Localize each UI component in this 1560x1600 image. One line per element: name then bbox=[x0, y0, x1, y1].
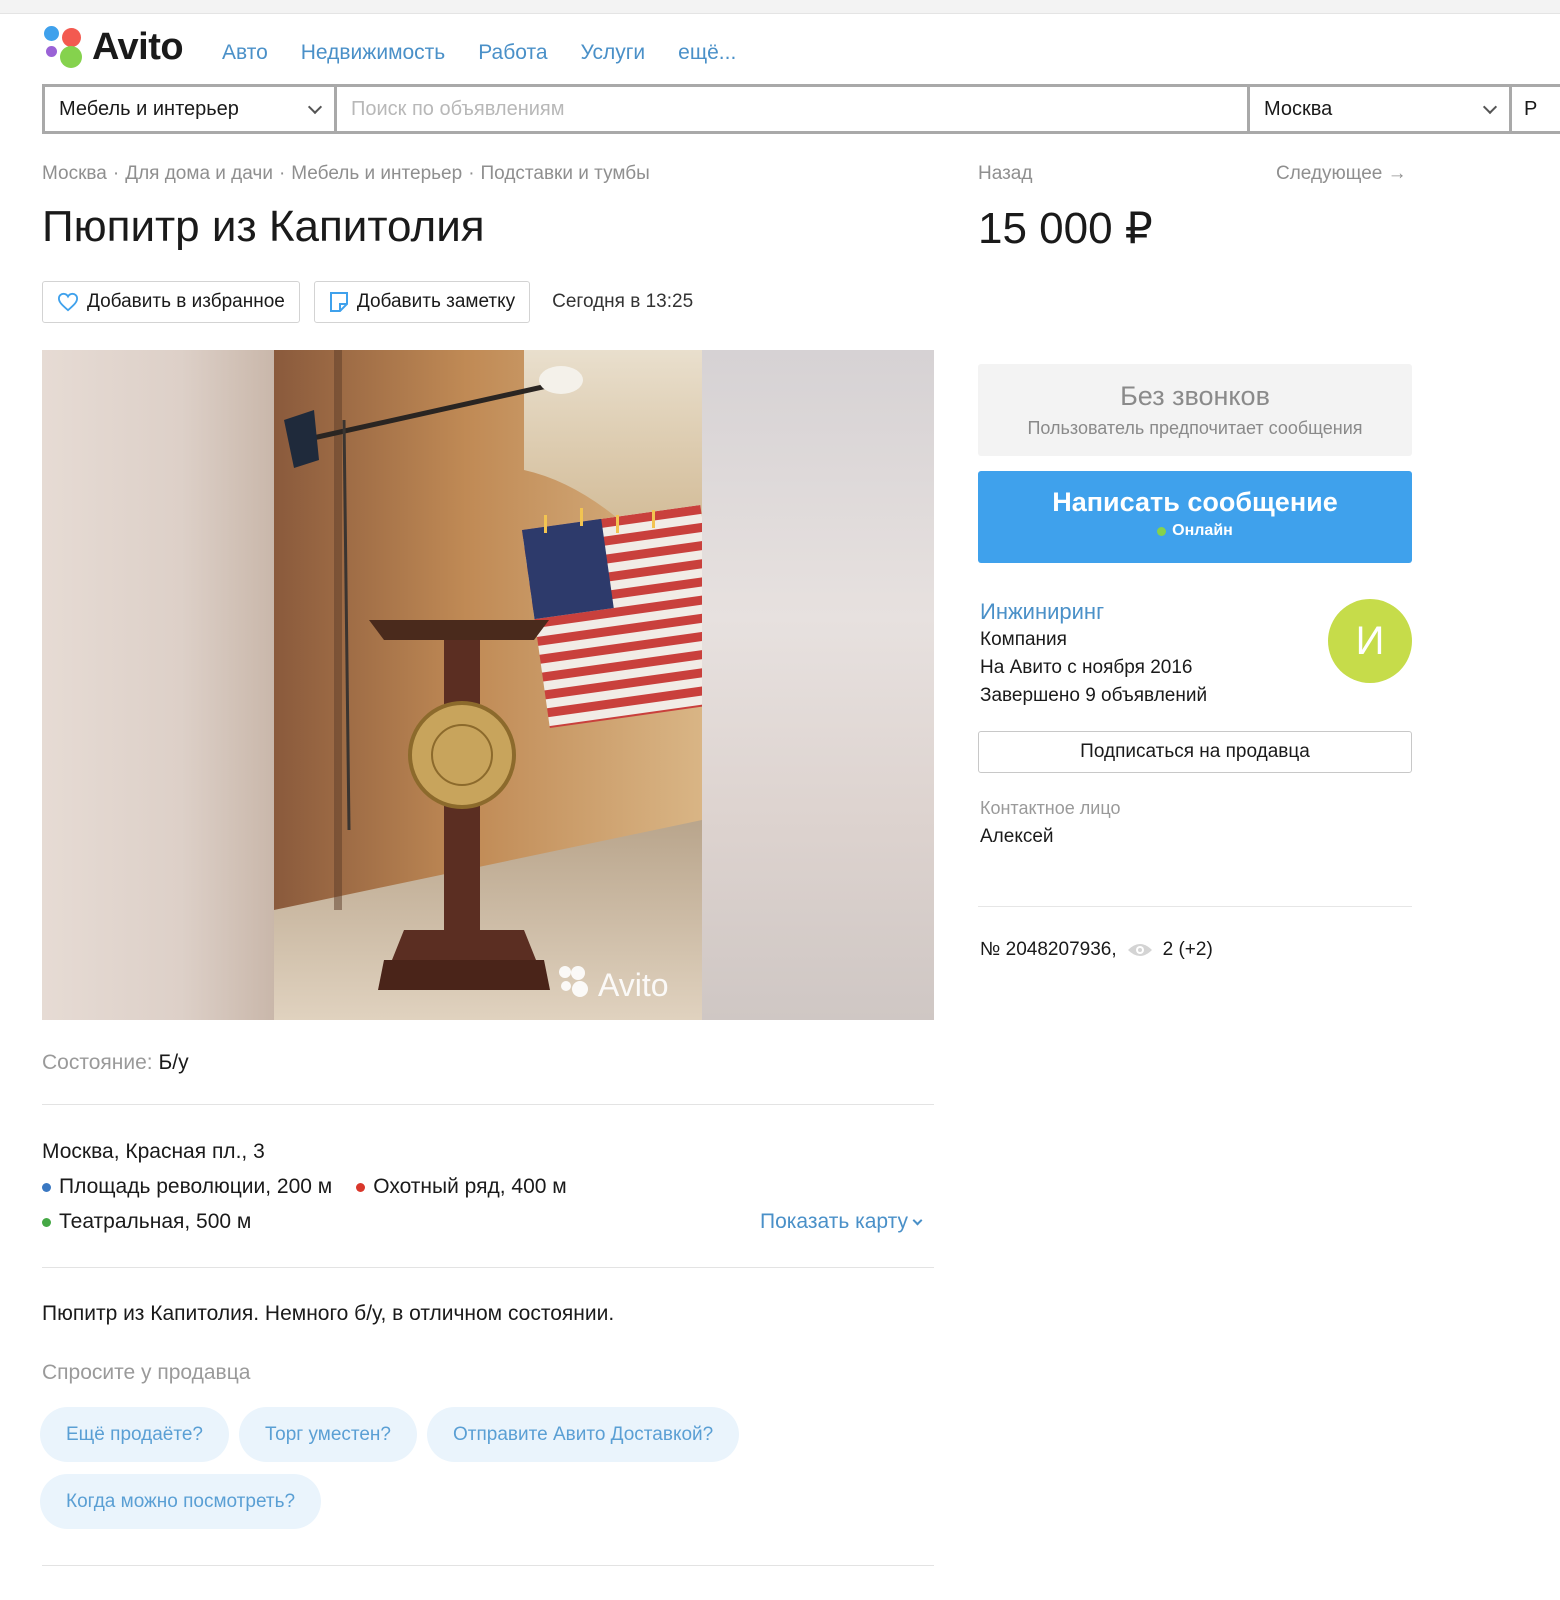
subscribe-button[interactable]: Подписаться на продавца bbox=[978, 731, 1412, 773]
nav-auto[interactable]: Авто bbox=[222, 41, 268, 65]
online-status: Онлайн bbox=[978, 522, 1412, 540]
no-calls-title: Без звонков bbox=[1120, 381, 1270, 411]
add-note-label: Добавить заметку bbox=[356, 291, 516, 312]
no-calls-subtitle: Пользователь предпочитает сообщения bbox=[1027, 418, 1363, 438]
contact-label: Контактное лицо bbox=[980, 798, 1121, 818]
write-message-label: Написать сообщение bbox=[1052, 487, 1338, 517]
ad-number: № 2048207936, bbox=[980, 939, 1117, 960]
chevron-down-icon bbox=[1482, 99, 1498, 114]
metro-row: Площадь революции, 200 м Охотный ряд, 40… bbox=[42, 1175, 567, 1199]
listing-actions: Добавить в избранное Добавить заметку Се… bbox=[42, 281, 693, 323]
city-value: Москва bbox=[1264, 97, 1333, 120]
write-message-button[interactable]: Написать сообщение Онлайн bbox=[978, 471, 1412, 563]
metro-label: Театральная, 500 м bbox=[59, 1210, 252, 1233]
metro-station: Театральная, 500 м bbox=[42, 1210, 251, 1234]
metro-row: Театральная, 500 м bbox=[42, 1210, 251, 1234]
heart-icon bbox=[57, 292, 79, 312]
metro-label: Охотный ряд, 400 м bbox=[373, 1175, 567, 1198]
ask-chip-viewing[interactable]: Когда можно посмотреть? bbox=[40, 1474, 322, 1529]
photo-blur-left bbox=[42, 350, 274, 1020]
nav-jobs[interactable]: Работа bbox=[478, 41, 547, 65]
no-calls-notice: Без звонков Пользователь предпочитает со… bbox=[978, 364, 1412, 456]
eye-icon bbox=[1127, 944, 1152, 956]
avatar[interactable]: И bbox=[1328, 599, 1412, 683]
metro-dot-icon bbox=[42, 1217, 51, 1227]
radius-value: Р bbox=[1524, 97, 1538, 120]
nav-more[interactable]: ещё... bbox=[678, 41, 736, 65]
condition-label: Состояние: bbox=[42, 1051, 153, 1074]
ad-meta: № 2048207936, 2 (+2) bbox=[980, 939, 1213, 961]
chevron-down-icon bbox=[912, 1215, 923, 1225]
seller-type: Компания bbox=[980, 629, 1067, 650]
metro-dot-icon bbox=[42, 1182, 51, 1192]
category-select[interactable]: Мебель и интерьер bbox=[45, 87, 337, 131]
condition: Состояние: Б/у bbox=[42, 1051, 189, 1075]
chevron-down-icon bbox=[307, 99, 323, 114]
browser-top-strip bbox=[0, 0, 1560, 14]
add-favorite-button[interactable]: Добавить в избранное bbox=[42, 281, 300, 323]
nav-realty[interactable]: Недвижимость bbox=[301, 41, 445, 65]
breadcrumb: Москва · Для дома и дачи · Мебель и инте… bbox=[42, 163, 650, 185]
description: Пюпитр из Капитолия. Немного б/у, в отли… bbox=[42, 1302, 615, 1325]
add-favorite-label: Добавить в избранное bbox=[87, 291, 285, 312]
condition-value: Б/у bbox=[158, 1051, 189, 1074]
online-dot-icon bbox=[1157, 526, 1167, 536]
divider bbox=[42, 1267, 934, 1268]
next-link[interactable]: Следующее → bbox=[1276, 163, 1407, 185]
city-select[interactable]: Москва bbox=[1247, 87, 1509, 131]
divider bbox=[42, 1104, 934, 1105]
ask-chip-delivery[interactable]: Отправите Авито Доставкой? bbox=[427, 1407, 740, 1462]
price: 15 000 ₽ bbox=[978, 204, 1153, 253]
ask-seller-chips: Ещё продаёте? Торг уместен? Отправите Ав… bbox=[40, 1407, 800, 1529]
online-label: Онлайн bbox=[1172, 522, 1233, 539]
seller-completed: Завершено 9 объявлений bbox=[980, 685, 1208, 706]
breadcrumb-item[interactable]: Москва bbox=[42, 163, 107, 185]
add-note-button[interactable]: Добавить заметку bbox=[313, 281, 531, 323]
address: Москва, Красная пл., 3 bbox=[42, 1140, 265, 1163]
logo-dots-icon bbox=[42, 24, 88, 70]
metro-dot-icon bbox=[356, 1182, 366, 1192]
page-title: Пюпитр из Капитолия bbox=[42, 202, 485, 251]
listing-photo[interactable]: Avito bbox=[274, 350, 702, 1020]
photo-watermark-text: Avito bbox=[598, 967, 669, 1003]
publish-date: Сегодня в 13:25 bbox=[552, 291, 694, 312]
listing-photo-gallery[interactable]: Avito bbox=[42, 350, 934, 1020]
show-map-label: Показать карту bbox=[760, 1210, 909, 1233]
breadcrumb-separator: · bbox=[468, 163, 475, 184]
ask-seller-label: Спросите у продавца bbox=[42, 1361, 251, 1384]
metro-station: Охотный ряд, 400 м bbox=[356, 1175, 567, 1199]
divider bbox=[42, 1565, 934, 1566]
breadcrumb-item[interactable]: Подставки и тумбы bbox=[481, 163, 650, 185]
ask-chip-bargain[interactable]: Торг уместен? bbox=[239, 1407, 417, 1462]
show-map-link[interactable]: Показать карту bbox=[760, 1210, 923, 1234]
main-nav: Авто Недвижимость Работа Услуги ещё... bbox=[222, 41, 736, 65]
category-value: Мебель и интерьер bbox=[59, 97, 239, 120]
seller-since: На Авито с ноября 2016 bbox=[980, 657, 1193, 678]
search-input[interactable] bbox=[337, 87, 1247, 131]
breadcrumb-item[interactable]: Мебель и интерьер bbox=[291, 163, 462, 185]
back-link[interactable]: Назад bbox=[978, 163, 1032, 185]
breadcrumb-separator: · bbox=[278, 163, 286, 184]
seller-info: Инжиниринг Компания На Авито с ноября 20… bbox=[980, 598, 1207, 710]
search-bar: Мебель и интерьер Москва Р bbox=[42, 84, 1560, 134]
divider bbox=[978, 906, 1412, 907]
metro-label: Площадь революции, 200 м bbox=[59, 1175, 333, 1198]
metro-station: Площадь революции, 200 м bbox=[42, 1175, 332, 1199]
views-count: 2 (+2) bbox=[1162, 939, 1213, 960]
logo-text: Avito bbox=[92, 25, 184, 68]
nav-services[interactable]: Услуги bbox=[581, 41, 646, 65]
avito-logo[interactable]: Avito bbox=[42, 24, 184, 70]
seller-name[interactable]: Инжиниринг bbox=[980, 598, 1207, 626]
breadcrumb-separator: · bbox=[112, 163, 120, 184]
note-icon bbox=[329, 292, 348, 312]
breadcrumb-item[interactable]: Для дома и дачи bbox=[125, 163, 273, 185]
radius-select[interactable]: Р bbox=[1509, 87, 1560, 131]
contact-name: Алексей bbox=[980, 826, 1054, 847]
ask-chip-still-selling[interactable]: Ещё продаёте? bbox=[40, 1407, 229, 1462]
photo-blur-right bbox=[702, 350, 934, 1020]
